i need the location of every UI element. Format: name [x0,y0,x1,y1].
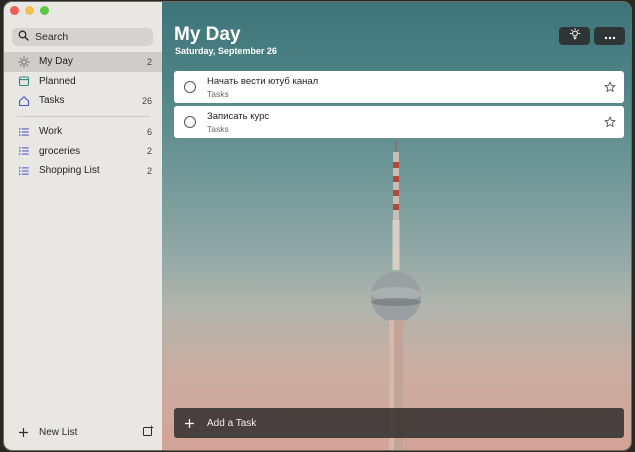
sidebar-item-label: Tasks [39,95,65,107]
window-controls [10,6,49,15]
sidebar-item-shopping-list[interactable]: Shopping List 2 [4,161,162,181]
sidebar-item-label: Planned [39,75,76,87]
minimize-window-button[interactable] [25,6,34,15]
main-pane: My Day Saturday, September 26 Начать вес… [162,2,631,450]
tv-tower-background-image [371,140,421,450]
sidebar-item-planned[interactable]: Planned [4,72,162,92]
more-options-button[interactable] [594,27,625,45]
search-icon [18,30,35,44]
search-field[interactable]: Search [12,28,153,46]
sidebar-item-count: 2 [146,146,152,157]
sidebar-item-count: 26 [141,95,152,106]
calendar-icon [18,75,30,87]
list-icon [18,145,30,157]
sidebar-divider [17,116,150,117]
close-window-button[interactable] [10,6,19,15]
task-list-name: Tasks [207,123,229,134]
task-text: Начать вести ютуб канал Tasks [207,76,604,99]
add-task-input[interactable]: Add a Task [174,408,624,438]
star-icon[interactable] [604,116,616,128]
task-list-name: Tasks [207,88,229,99]
page-title: My Day [174,24,241,45]
sidebar-item-count: 2 [146,165,152,176]
sidebar: Search My Day 2 Planned Tasks 26 Work 6 … [4,2,162,450]
sidebar-item-label: Shopping List [39,165,100,177]
sidebar-item-label: Work [39,126,63,138]
smart-lists: My Day 2 Planned Tasks 26 [4,52,162,111]
new-group-icon[interactable] [142,425,154,440]
list-icon [18,165,30,177]
lightbulb-icon [569,27,581,45]
page-date: Saturday, September 26 [175,46,277,56]
task-item[interactable]: Записать курс Tasks [174,106,624,138]
app-window: Search My Day 2 Planned Tasks 26 Work 6 … [3,1,632,451]
star-icon[interactable] [604,81,616,93]
search-label: Search [35,31,69,43]
plus-icon [18,427,29,438]
new-list-label: New List [39,426,78,438]
sidebar-item-label: My Day [39,56,73,68]
task-title: Записать курс [207,110,270,122]
plus-icon [184,418,195,429]
custom-lists: Work 6 groceries 2 Shopping List 2 [4,122,162,181]
task-text: Записать курс Tasks [207,111,604,134]
sidebar-item-groceries[interactable]: groceries 2 [4,142,162,162]
task-item[interactable]: Начать вести ютуб канал Tasks [174,71,624,103]
add-task-placeholder: Add a Task [207,417,257,429]
sidebar-item-count: 2 [146,56,152,67]
suggestions-button[interactable] [559,27,590,45]
new-list-button[interactable]: New List [18,424,154,440]
more-icon [604,27,616,45]
sidebar-item-tasks[interactable]: Tasks 26 [4,91,162,111]
home-icon [18,95,30,107]
sun-icon [18,56,30,68]
task-complete-checkbox[interactable] [184,81,196,93]
sidebar-item-label: groceries [39,145,81,157]
list-icon [18,126,30,138]
zoom-window-button[interactable] [40,6,49,15]
task-complete-checkbox[interactable] [184,116,196,128]
task-title: Начать вести ютуб канал [207,75,319,87]
sidebar-item-my-day[interactable]: My Day 2 [4,52,162,72]
sidebar-item-work[interactable]: Work 6 [4,122,162,142]
sidebar-item-count: 6 [146,126,152,137]
